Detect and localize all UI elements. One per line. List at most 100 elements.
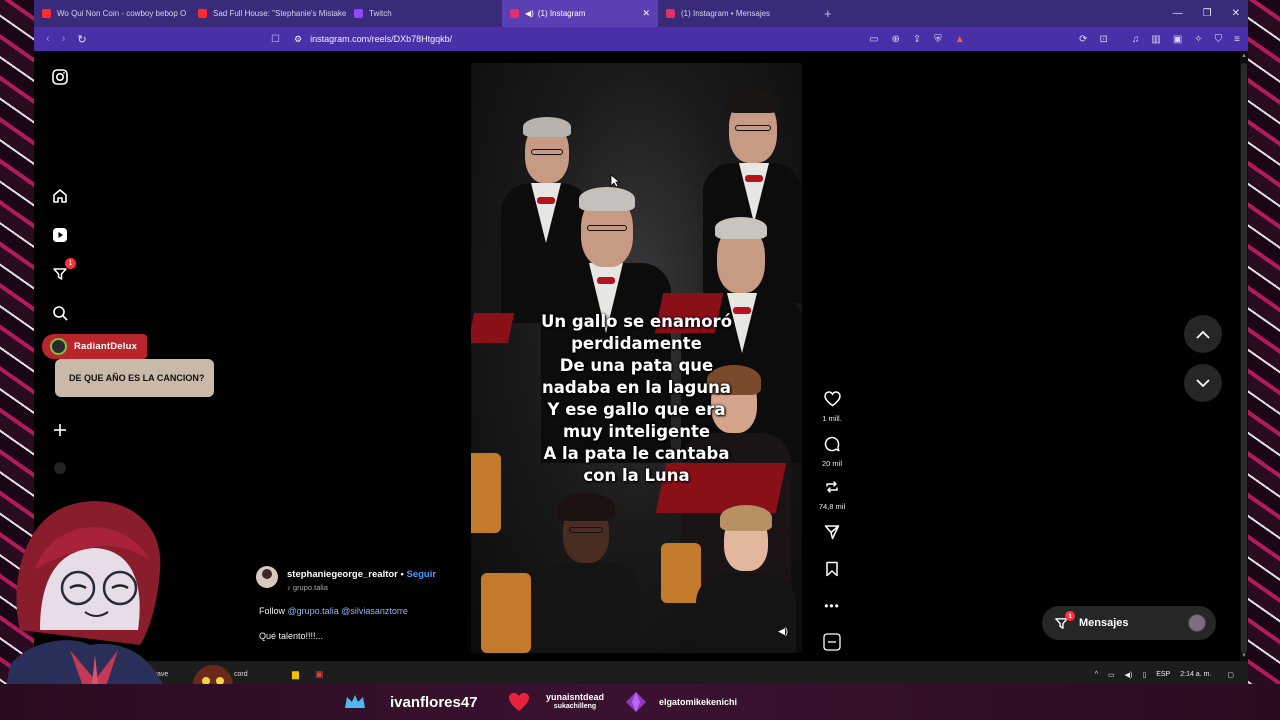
comment-icon [824,436,840,452]
chair [481,573,531,653]
new-tab-button[interactable]: + [824,6,832,21]
back-button[interactable]: ‹ [46,33,50,45]
battery-icon[interactable]: ▯ [1142,671,1146,679]
alert-username-2: yunaisntdead [546,692,605,702]
comment-button[interactable]: 20 mil [814,436,850,468]
share-button[interactable] [814,524,850,545]
home-icon[interactable] [51,187,69,205]
url-text: instagram.com/reels/DXb78Htgqkb/ [310,34,453,44]
volume-icon[interactable]: ◀) [1125,671,1133,679]
scroll-up-icon[interactable]: ▲ [1240,53,1248,59]
reload-button[interactable]: ↻ [77,33,86,46]
site-settings-icon[interactable]: ⚙ [294,34,302,45]
choir-singer [531,493,641,653]
author-avatar[interactable] [256,566,278,588]
close-tab-icon[interactable]: ✕ [642,8,650,19]
youtube-icon [198,9,207,18]
volume-icon[interactable]: ◀) [778,626,788,637]
more-options-button[interactable]: ••• [814,597,850,615]
chat-avatar [50,338,67,355]
tab-title: (1) Instagram [537,9,586,18]
wallet-icon[interactable]: ▣ [1173,34,1182,45]
close-window-button[interactable]: ✕ [1232,8,1240,19]
bookmark-icon[interactable]: ☐ [271,34,280,45]
chat-username-tag: RadiantDelux [42,334,148,359]
tab-title: Sad Full House: "Stephanie's Mistake [213,9,346,18]
tab-title: Wo Qui Non Coin - cowboy bebop O [57,9,187,18]
previous-reel-button[interactable] [1184,315,1222,353]
reels-icon[interactable] [51,226,69,244]
lyric-line: con la Luna [583,466,690,485]
lyrics-overlay: Un gallo se enamoró perdidamente De una … [471,311,802,487]
url-actions: ▭ ⊕ ⇪ ⛨ ▲ [869,27,965,51]
media-icon[interactable]: ♫ [1132,34,1140,45]
messages-button[interactable]: 1 Mensajes [1042,606,1216,640]
next-reel-button[interactable] [1184,364,1222,402]
forward-button[interactable]: › [62,33,66,45]
like-button[interactable]: 1 mill. [814,391,850,423]
author-username[interactable]: stephaniegeorge_realtor [287,569,398,580]
notification-center-icon[interactable]: ▢ [1227,671,1234,679]
language-indicator[interactable]: ESP [1156,671,1170,678]
extension-icon[interactable]: ⟳ [1079,34,1087,45]
alert-username-3: elgatomikekenichi [659,697,738,707]
audio-row[interactable]: ♪ grupo.talia [287,583,328,592]
author-row: stephaniegeorge_realtor • Seguir [287,569,436,580]
scroll-down-icon[interactable]: ▼ [1240,653,1248,659]
mention-link[interactable]: @silviasanztorre [341,606,408,616]
chat-username: RadiantDelux [74,341,138,352]
caption-line-2: Qué talento!!!!... [259,631,324,641]
tab-twitch[interactable]: Twitch [346,0,502,27]
leo-icon[interactable]: ✧ [1194,34,1202,45]
brave-shield-icon[interactable]: ⛨ [934,34,942,45]
chat-message-bubble: DE QUE AÑO ES LA CANCION? [55,359,214,397]
mention-link[interactable]: @grupo.talia [288,606,339,616]
like-count: 1 mill. [822,414,842,423]
page-scrollbar[interactable]: ▲ ▼ [1240,51,1248,661]
alert-username-1: ivanflores47 [390,693,478,711]
reel-video[interactable]: Un gallo se enamoró perdidamente De una … [471,63,802,653]
profile-icon[interactable] [51,459,69,477]
tab-cowboy-bebop[interactable]: Wo Qui Non Coin - cowboy bebop O [34,0,190,27]
sidebar-icon[interactable]: ▥ [1151,34,1160,45]
network-icon[interactable]: ▭ [1108,671,1115,679]
notifications-icon[interactable]: 1 [51,258,76,283]
bookmark-icon [826,561,838,577]
extension-icon[interactable]: ⊡ [1099,34,1107,45]
tab-bar: Wo Qui Non Coin - cowboy bebop O Sad Ful… [34,0,1248,27]
lyric-line: perdidamente [571,334,702,353]
menu-icon[interactable]: ≡ [1234,34,1240,45]
tab-instagram[interactable]: ◀) (1) Instagram ✕ [502,0,658,27]
browser-window: Wo Qui Non Coin - cowboy bebop O Sad Ful… [34,0,1248,688]
vpn-icon[interactable]: ⛉ [1215,34,1223,45]
instagram-page: 1 Un gallo se enamoró perdidamente De un… [34,51,1240,688]
save-button[interactable] [814,561,850,582]
tab-title: (1) Instagram • Mensajes [681,9,771,18]
tab-full-house[interactable]: Sad Full House: "Stephanie's Mistake [190,0,346,27]
scroll-thumb[interactable] [1241,63,1247,653]
clock[interactable]: 2:14 a. m. [1180,671,1211,678]
zoom-icon[interactable]: ⊕ [891,34,899,45]
more-icon: ••• [824,599,840,613]
send-icon [824,525,840,540]
cast-icon[interactable]: ▭ [869,34,878,45]
mouse-cursor-icon [610,174,620,188]
share-icon[interactable]: ⇪ [913,34,921,45]
minimize-button[interactable]: — [1173,8,1183,19]
follow-button[interactable]: Seguir [406,569,436,580]
search-icon[interactable] [51,304,69,322]
maximize-button[interactable]: ❐ [1203,8,1212,19]
audio-thumbnail[interactable] [814,633,850,656]
youtube-icon [42,9,51,18]
tab-instagram-messages[interactable]: (1) Instagram • Mensajes [658,0,814,27]
extension-icons: ⟳ ⊡ ♫ ▥ ▣ ✧ ⛉ ≡ [1079,27,1240,51]
instagram-icon [666,9,675,18]
create-icon[interactable] [51,421,69,439]
instagram-logo-icon[interactable] [51,68,69,86]
repost-button[interactable]: 74,8 mil [814,479,850,511]
lyric-line: Y ese gallo que era [547,400,726,419]
lyric-line: nadaba en la laguna [542,378,731,397]
brave-rewards-icon[interactable]: ▲ [955,34,965,45]
repost-icon [826,481,838,493]
chevron-up-icon[interactable]: ^ [1095,671,1098,678]
